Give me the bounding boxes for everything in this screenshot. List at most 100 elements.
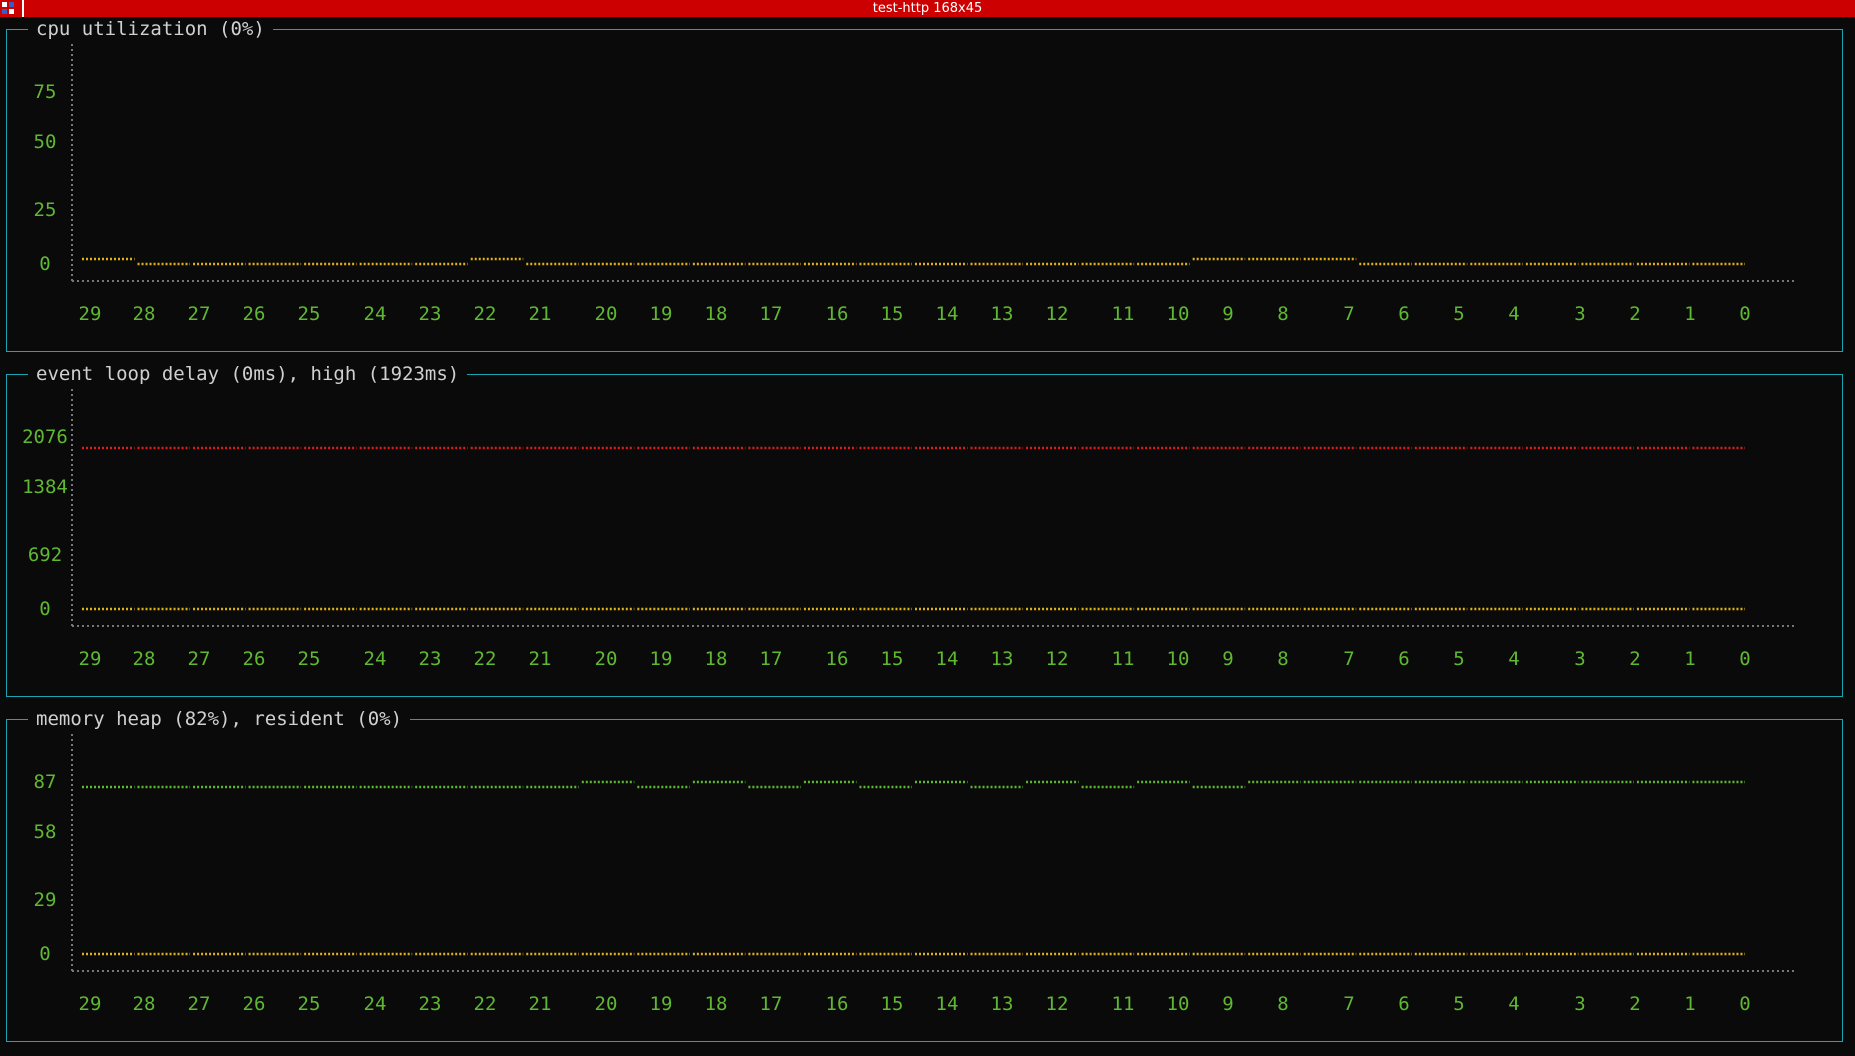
x-tick-label: 22: [474, 993, 497, 1015]
x-tick-label: 18: [705, 303, 728, 325]
x-tick-label: 29: [79, 303, 102, 325]
x-tick-label: 14: [936, 303, 959, 325]
x-tick-label: 18: [705, 993, 728, 1015]
y-tick-label: 50: [34, 131, 57, 153]
x-tick-label: 25: [298, 648, 321, 670]
x-tick-label: 17: [760, 993, 783, 1015]
series-yellow: [82, 257, 1745, 266]
x-tick-label: 2: [1629, 993, 1640, 1015]
x-tick-label: 0: [1739, 648, 1750, 670]
x-tick-label: 21: [529, 648, 552, 670]
x-tick-label: 19: [650, 303, 673, 325]
x-tick-label: 24: [364, 993, 387, 1015]
x-tick-label: 2: [1629, 648, 1640, 670]
x-tick-label: 3: [1574, 303, 1585, 325]
x-tick-label: 2: [1629, 303, 1640, 325]
x-tick-label: 21: [529, 303, 552, 325]
y-tick-label: 692: [28, 544, 62, 566]
x-tick-label: 9: [1222, 648, 1233, 670]
x-tick-label: 8: [1277, 993, 1288, 1015]
x-tick-label: 6: [1398, 303, 1409, 325]
y-tick-label: 25: [34, 199, 57, 221]
x-tick-label: 5: [1453, 648, 1464, 670]
x-tick-label: 16: [826, 993, 849, 1015]
y-tick-label: 1384: [22, 476, 68, 498]
charts-canvas: 025507529 28 27 26 25 24 23 22 21 20 19 18 17 16 15 14 1…: [22, 44, 1795, 1015]
x-tick-label: 0: [1739, 303, 1750, 325]
x-tick-label: 4: [1508, 648, 1519, 670]
y-tick-label: 87: [34, 771, 57, 793]
y-tick-label: 29: [34, 889, 57, 911]
x-tick-label: 7: [1343, 993, 1354, 1015]
x-tick-label: 27: [188, 648, 211, 670]
x-tick-label: 17: [760, 303, 783, 325]
x-tick-label: 12: [1046, 993, 1069, 1015]
x-tick-label: 27: [188, 303, 211, 325]
x-tick-label: 3: [1574, 648, 1585, 670]
y-tick-label: 0: [39, 253, 50, 275]
x-tick-label: 5: [1453, 993, 1464, 1015]
chart-0: 025507529 28 27 26 25 24 23 22 21 20 19 18 17 16 15 14 1…: [34, 44, 1795, 325]
x-tick-label: 6: [1398, 648, 1409, 670]
x-tick-label: 1: [1684, 648, 1695, 670]
x-tick-label: 20: [595, 303, 618, 325]
x-tick-label: 24: [364, 648, 387, 670]
x-tick-label: 14: [936, 993, 959, 1015]
series-green: [82, 780, 1745, 789]
x-tick-label: 7: [1343, 648, 1354, 670]
x-tick-label: 26: [243, 648, 266, 670]
x-tick-label: 21: [529, 993, 552, 1015]
x-tick-label: 19: [650, 993, 673, 1015]
x-tick-label: 22: [474, 303, 497, 325]
x-tick-label: 27: [188, 993, 211, 1015]
x-tick-label: 11: [1112, 303, 1135, 325]
x-tick-label: 24: [364, 303, 387, 325]
x-tick-label: 20: [595, 993, 618, 1015]
x-tick-label: 7: [1343, 303, 1354, 325]
x-tick-label: 8: [1277, 303, 1288, 325]
x-tick-label: 17: [760, 648, 783, 670]
x-tick-label: 20: [595, 648, 618, 670]
x-tick-label: 23: [419, 993, 442, 1015]
y-tick-label: 0: [39, 598, 50, 620]
x-tick-label: 22: [474, 648, 497, 670]
x-tick-label: 5: [1453, 303, 1464, 325]
x-tick-label: 10: [1167, 648, 1190, 670]
x-tick-label: 4: [1508, 993, 1519, 1015]
y-tick-label: 58: [34, 821, 57, 843]
x-tick-label: 1: [1684, 303, 1695, 325]
x-tick-label: 11: [1112, 648, 1135, 670]
x-tick-label: 3: [1574, 993, 1585, 1015]
y-tick-label: 0: [39, 943, 50, 965]
x-tick-label: 8: [1277, 648, 1288, 670]
x-tick-label: 1: [1684, 993, 1695, 1015]
x-tick-label: 12: [1046, 303, 1069, 325]
x-tick-label: 16: [826, 648, 849, 670]
x-tick-label: 6: [1398, 993, 1409, 1015]
x-tick-label: 23: [419, 303, 442, 325]
x-tick-label: 29: [79, 993, 102, 1015]
x-tick-label: 11: [1112, 993, 1135, 1015]
x-tick-label: 23: [419, 648, 442, 670]
x-tick-label: 15: [881, 303, 904, 325]
x-tick-label: 0: [1739, 993, 1750, 1015]
y-tick-label: 75: [34, 81, 57, 103]
x-tick-label: 15: [881, 993, 904, 1015]
x-tick-label: 15: [881, 648, 904, 670]
x-tick-label: 28: [133, 648, 156, 670]
x-tick-label: 13: [991, 993, 1014, 1015]
y-tick-label: 2076: [22, 426, 68, 448]
chart-1: 06921384207629 28 27 26 25 24 23 22 21 20 19 18 17 16…: [22, 389, 1795, 670]
x-tick-label: 28: [133, 993, 156, 1015]
x-tick-label: 10: [1167, 303, 1190, 325]
x-tick-label: 12: [1046, 648, 1069, 670]
chart-2: 029588729 28 27 26 25 24 23 22 21 20 19 18 17 16 15 14 1…: [34, 734, 1795, 1015]
x-tick-label: 25: [298, 993, 321, 1015]
x-tick-label: 28: [133, 303, 156, 325]
x-tick-label: 18: [705, 648, 728, 670]
x-tick-label: 4: [1508, 303, 1519, 325]
x-tick-label: 19: [650, 648, 673, 670]
x-tick-label: 9: [1222, 993, 1233, 1015]
x-tick-label: 9: [1222, 303, 1233, 325]
x-tick-label: 10: [1167, 993, 1190, 1015]
